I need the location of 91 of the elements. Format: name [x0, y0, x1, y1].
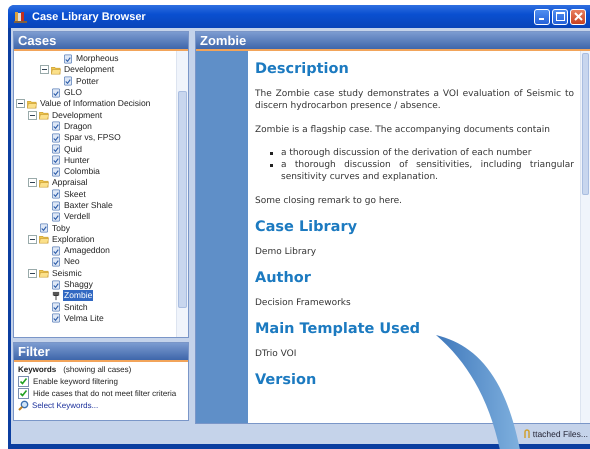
open-folder-icon [39, 178, 49, 188]
pin-icon [51, 290, 61, 301]
collapse-toggle[interactable] [28, 234, 37, 244]
search-icon [18, 400, 29, 410]
panel-title: Cases [14, 32, 188, 51]
document-icon [51, 302, 61, 312]
scrollbar[interactable] [176, 51, 188, 337]
list-item: a thorough discussion of sensitivities, including triangular sensitivity curves and explanation. [281, 159, 574, 183]
tree-item[interactable]: Baxter Shale [63, 200, 114, 211]
tree-item[interactable]: Hunter [63, 154, 91, 166]
document-icon [51, 212, 61, 222]
collapse-toggle[interactable] [28, 178, 37, 188]
document-icon [51, 166, 61, 177]
document-icon [63, 76, 73, 86]
document-icon [51, 246, 61, 256]
section-heading: Author [255, 270, 312, 287]
section-heading: Description [255, 61, 350, 78]
tree-item[interactable]: Morpheous [75, 53, 120, 64]
document-icon [63, 54, 73, 64]
document-icon [51, 121, 61, 132]
tree-item[interactable]: Toby [51, 222, 71, 234]
paragraph: Zombie is a flagship case. The accompanying documents contain [255, 124, 551, 136]
document-icon [51, 200, 61, 210]
paragraph: The Zombie case study demonstrates a VOI evaluation of Seismic to discern hydrocarbon presence / absence. [255, 88, 574, 112]
paragraph: Decision Frameworks [255, 297, 352, 309]
close-button[interactable] [570, 8, 586, 24]
tree-item[interactable]: Amageddon [63, 245, 111, 256]
document-icon [51, 313, 61, 324]
open-folder-icon [39, 110, 49, 120]
filter-status: (showing all cases) [63, 365, 132, 374]
tree-folder[interactable]: Exploration [51, 234, 96, 245]
list-item: a thorough discussion of the derivation of each number [281, 147, 532, 159]
tree-item[interactable]: GLO [63, 87, 83, 98]
bullet-icon [270, 164, 273, 167]
document-icon [51, 132, 61, 143]
window-title: Case Library Browser [32, 10, 147, 22]
tree-folder[interactable]: Development [51, 110, 104, 121]
document-icon [51, 256, 61, 267]
open-folder-icon [39, 268, 49, 278]
document-icon [51, 155, 61, 166]
tree-item[interactable]: Neo [63, 256, 81, 268]
document-icon [51, 144, 61, 154]
tree-folder[interactable]: Seismic [51, 268, 83, 279]
collapse-toggle[interactable] [16, 99, 25, 108]
checkbox-label: Enable keyword filtering [33, 376, 118, 386]
document-icon [51, 88, 61, 98]
paragraph: Some closing remark to go here. [255, 195, 404, 207]
minimize-button[interactable] [534, 8, 550, 24]
open-folder-icon [27, 98, 37, 109]
tree-item[interactable]: Potter [75, 76, 100, 87]
section-heading: Version [255, 372, 318, 389]
collapse-toggle[interactable] [28, 268, 37, 278]
tree-item[interactable]: Shaggy [63, 279, 94, 290]
document-icon [39, 223, 49, 234]
checkbox[interactable] [18, 376, 29, 386]
tree-item[interactable]: Colombia [63, 166, 101, 178]
close-icon [574, 12, 582, 21]
document-icon [51, 280, 61, 290]
tree-item[interactable]: Quid [63, 144, 83, 155]
keywords-label: Keywords [18, 365, 56, 374]
scrollbar[interactable] [580, 51, 590, 423]
section-heading: Main Template Used [255, 321, 422, 338]
paragraph: DTrio VOI [255, 348, 298, 360]
select-keywords-link[interactable]: Select Keywords... [32, 400, 98, 410]
paperclip-icon [522, 428, 531, 440]
tree-item[interactable]: Zombie [63, 290, 94, 302]
checkbox[interactable] [18, 388, 29, 398]
attached-files-link[interactable]: ttached Files... [532, 429, 588, 439]
tree-folder[interactable]: Appraisal [51, 177, 88, 188]
bullet-icon [270, 152, 273, 155]
maximize-button[interactable] [552, 8, 568, 24]
checkbox-label: Hide cases that do not meet filter criteria [33, 388, 176, 398]
open-folder-icon [51, 64, 61, 75]
tree-item[interactable]: Dragon [63, 120, 93, 132]
tree-item[interactable]: Skeet [63, 188, 87, 200]
tree-item[interactable]: Verdell [63, 211, 91, 222]
tree-item[interactable]: Velma Lite [63, 312, 105, 324]
section-heading: Case Library [255, 219, 358, 236]
panel-title: Zombie [196, 32, 590, 51]
panel-title: Filter [14, 343, 188, 362]
collapse-toggle[interactable] [40, 65, 49, 74]
document-icon [51, 189, 61, 200]
tree-item[interactable]: Snitch [63, 302, 89, 313]
open-folder-icon [39, 234, 49, 244]
paragraph: Demo Library [255, 246, 318, 258]
tree-item[interactable]: Spar vs, FPSO [63, 132, 122, 144]
maximize-icon [556, 12, 564, 21]
tree-folder[interactable]: Development [63, 64, 116, 76]
tree-folder[interactable]: Value of Information Decision [39, 98, 152, 110]
books-icon [14, 10, 27, 22]
collapse-toggle[interactable] [28, 110, 37, 120]
